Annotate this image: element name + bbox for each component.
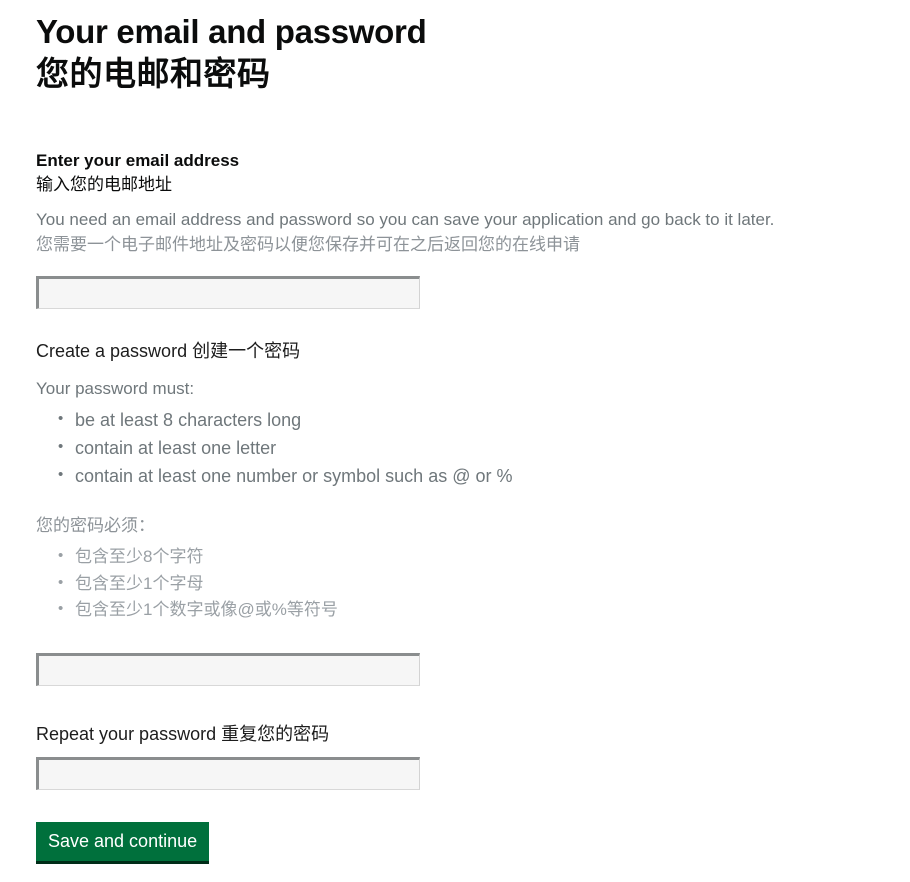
password-requirements-intro-chinese: 您的密码必须： xyxy=(36,515,155,535)
repeat-password-label: Repeat your password 重复您的密码 xyxy=(36,724,330,745)
list-item: contain at least one number or symbol su… xyxy=(58,463,910,491)
list-item: be at least 8 characters long xyxy=(58,407,910,435)
repeat-password-input[interactable] xyxy=(36,756,420,790)
password-input[interactable] xyxy=(36,653,420,687)
list-item: 包含至少1个字母 xyxy=(58,571,910,597)
password-requirements-list: be at least 8 characters long contain at… xyxy=(36,407,910,491)
email-label-chinese: 输入您的电邮地址 xyxy=(36,175,172,195)
password-field-group: Create a password 创建一个密码 Your password m… xyxy=(36,339,910,687)
password-requirements-intro: Your password must: xyxy=(36,379,195,399)
page-title-chinese: 您的电邮和密码 xyxy=(36,54,271,92)
list-item: contain at least one letter xyxy=(58,435,910,463)
repeat-password-field-group: Repeat your password 重复您的密码 xyxy=(36,722,910,790)
email-label: Enter your email address xyxy=(36,150,240,170)
password-requirements-list-chinese: 包含至少8个字符 包含至少1个字母 包含至少1个数字或像@或%等符号 xyxy=(36,544,910,623)
email-field-group: Enter your email address 输入您的电邮地址 You ne… xyxy=(36,150,910,309)
page-title: Your email and password xyxy=(36,13,427,50)
email-input[interactable] xyxy=(36,275,420,309)
email-hint-chinese: 您需要一个电子邮件地址及密码以便您保存并可在之后返回您的在线申请 xyxy=(36,235,580,255)
password-label: Create a password 创建一个密码 xyxy=(36,340,301,361)
list-item: 包含至少1个数字或像@或%等符号 xyxy=(58,597,910,623)
save-and-continue-button[interactable]: Save and continue xyxy=(36,821,210,861)
list-item: 包含至少8个字符 xyxy=(58,544,910,570)
email-hint: You need an email address and password s… xyxy=(36,210,775,230)
account-setup-page: Your email and password 您的电邮和密码 Enter yo… xyxy=(0,0,910,861)
